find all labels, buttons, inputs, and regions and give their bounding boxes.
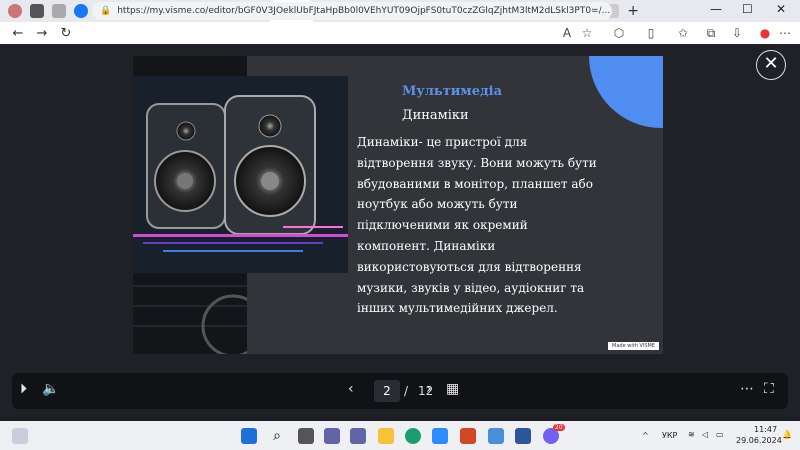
presentation-controls: ⏵ 🔈 ‹ 2 / 12 › ▦ ⋯ ⛶ (12, 373, 788, 409)
collections-icon[interactable]: ⧉ (704, 26, 718, 40)
window-close-icon[interactable]: ✕ (776, 2, 786, 16)
address-bar[interactable]: 🔒 https://my.visme.co/editor/bGF0V3JOekl… (92, 2, 612, 20)
url-text: https://my.visme.co/editor/bGF0V3JOeklUb… (117, 6, 611, 16)
task-view-icon[interactable] (298, 428, 314, 444)
profile-icon[interactable] (8, 4, 22, 18)
word-icon[interactable] (515, 428, 531, 444)
slide-subtitle: Динаміки (402, 108, 469, 123)
clock-time[interactable]: 11:47 (754, 425, 777, 434)
next-slide-icon[interactable]: › (426, 381, 432, 397)
refresh-icon[interactable]: ↻ (54, 26, 78, 41)
notification-count: 20 (553, 424, 565, 431)
volume-icon[interactable]: 🔈 (42, 381, 59, 397)
more-options-icon[interactable]: ⋯ (740, 381, 754, 397)
speaker-icon[interactable]: ◁ (702, 430, 708, 439)
current-page-input[interactable]: 2 (374, 380, 400, 402)
decorative-shape (589, 56, 663, 128)
menu-dots-icon[interactable]: ⋯ (778, 26, 792, 40)
speakers-image (133, 76, 348, 273)
powerpoint-icon[interactable] (460, 428, 476, 444)
downloads-icon[interactable]: ⇩ (730, 26, 744, 40)
edge-icon[interactable] (405, 428, 421, 444)
maximize-icon[interactable]: ☐ (742, 2, 753, 16)
clock-date[interactable]: 29.06.2024 (736, 436, 782, 445)
new-tab-button[interactable]: + (627, 3, 639, 19)
favorites-icon[interactable]: ✩ (676, 26, 690, 40)
close-presentation-button[interactable]: ✕ (756, 50, 786, 80)
slide-body-text: Динаміки- це пристрої для відтворення зв… (357, 135, 597, 316)
read-aloud-icon[interactable]: A (560, 26, 574, 40)
weather-icon[interactable] (12, 428, 28, 444)
split-screen-icon[interactable]: ▯ (644, 26, 658, 40)
language-indicator[interactable]: УКР (662, 431, 677, 440)
file-explorer-icon[interactable] (378, 428, 394, 444)
facebook-icon[interactable] (74, 4, 88, 18)
taskbar: ⌕ 20 ^ УКР ≋ ◁ ▭ 11:47 29.06.2024 🔔 (0, 421, 800, 450)
fullscreen-icon[interactable]: ⛶ (764, 381, 774, 397)
extensions-icon[interactable]: ⬡ (612, 26, 626, 40)
photos-icon[interactable] (488, 428, 504, 444)
favorite-star-icon[interactable]: ☆ (580, 26, 594, 40)
forward-arrow-icon[interactable]: → (30, 26, 54, 41)
grid-view-icon[interactable]: ▦ (446, 381, 459, 397)
teams-icon[interactable] (324, 428, 340, 444)
battery-icon[interactable]: ▭ (716, 430, 724, 439)
slide-title: Мультимедіа (402, 84, 502, 99)
start-icon[interactable] (241, 428, 257, 444)
search-icon[interactable]: ⌕ (269, 428, 285, 444)
lock-icon: 🔒 (100, 6, 112, 16)
prev-slide-icon[interactable]: ‹ (348, 381, 354, 397)
notifications-icon[interactable]: 🔔 (782, 430, 792, 439)
slide: Мультимедіа Динаміки Динаміки- це пристр… (133, 56, 663, 354)
wifi-icon[interactable]: ≋ (688, 430, 695, 439)
play-icon[interactable]: ⏵ (20, 381, 27, 397)
zoom-icon[interactable] (432, 428, 448, 444)
tab-icon-1[interactable] (30, 4, 44, 18)
back-arrow-icon[interactable]: ← (6, 26, 30, 41)
teams-chat-icon[interactable] (350, 428, 366, 444)
minimize-icon[interactable]: — (710, 2, 722, 16)
made-with-visme-badge[interactable]: Made with VISME (608, 342, 659, 350)
tab-icon-2[interactable] (52, 4, 66, 18)
page-separator: / (404, 384, 409, 398)
notification-badge-icon[interactable]: ● (758, 26, 772, 40)
tray-chevron-icon[interactable]: ^ (642, 431, 649, 440)
